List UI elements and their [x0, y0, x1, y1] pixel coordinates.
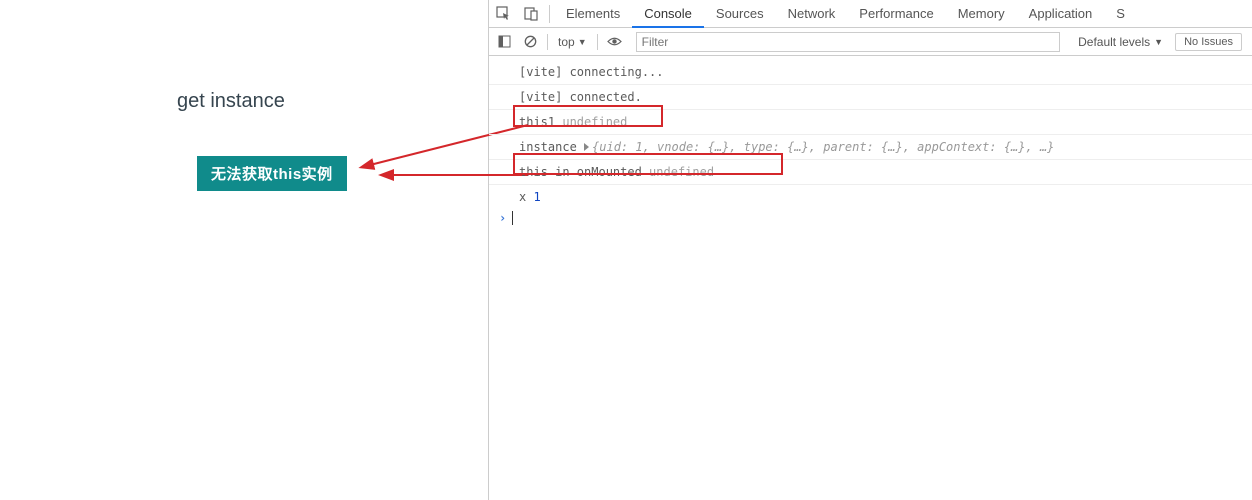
tab-performance[interactable]: Performance	[847, 0, 945, 28]
levels-selector[interactable]: Default levels ▼	[1070, 35, 1171, 49]
log-row[interactable]: [vite] connected.	[489, 85, 1252, 110]
inspect-element-icon[interactable]	[489, 0, 517, 28]
log-row[interactable]: this in onMounted undefined	[489, 160, 1252, 185]
log-row[interactable]: instance {uid: 1, vnode: {…}, type: {…},…	[489, 135, 1252, 160]
log-object[interactable]: {uid: 1, vnode: {…}, type: {…}, parent: …	[592, 140, 1054, 154]
log-number: 1	[533, 190, 540, 204]
device-toggle-icon[interactable]	[517, 0, 545, 28]
log-text: instance	[519, 140, 584, 154]
console-body: [vite] connecting... [vite] connected. t…	[489, 56, 1252, 500]
prompt-caret-icon: ›	[499, 211, 506, 225]
text-cursor	[512, 211, 513, 225]
eye-icon[interactable]	[604, 31, 626, 53]
devtools-panel: Elements Console Sources Network Perform…	[488, 0, 1252, 500]
log-undefined: undefined	[649, 165, 714, 179]
page-title: get instance	[177, 90, 285, 113]
tab-elements[interactable]: Elements	[554, 0, 632, 28]
tab-application[interactable]: Application	[1017, 0, 1105, 28]
divider	[549, 5, 550, 23]
context-label: top	[558, 35, 575, 49]
divider	[597, 34, 598, 50]
log-undefined: undefined	[562, 115, 627, 129]
log-text: x	[519, 190, 533, 204]
sidebar-toggle-icon[interactable]	[493, 31, 515, 53]
console-toolbar: top ▼ Default levels ▼ No Issues	[489, 28, 1252, 56]
tab-network[interactable]: Network	[776, 0, 848, 28]
annotation-badge: 无法获取this实例	[197, 156, 347, 191]
tabs-bar: Elements Console Sources Network Perform…	[489, 0, 1252, 28]
levels-label: Default levels	[1078, 35, 1150, 49]
log-text: this1	[519, 115, 562, 129]
divider	[547, 34, 548, 50]
chevron-down-icon: ▼	[1154, 37, 1163, 47]
clear-console-icon[interactable]	[519, 31, 541, 53]
context-selector[interactable]: top ▼	[554, 35, 591, 49]
chevron-down-icon: ▼	[578, 37, 587, 47]
console-prompt[interactable]: ›	[489, 209, 1252, 227]
log-row[interactable]: x 1	[489, 185, 1252, 209]
tab-more[interactable]: S	[1104, 0, 1137, 28]
tab-sources[interactable]: Sources	[704, 0, 776, 28]
tab-console[interactable]: Console	[632, 0, 704, 28]
tab-memory[interactable]: Memory	[946, 0, 1017, 28]
log-text: this in onMounted	[519, 165, 649, 179]
no-issues-button[interactable]: No Issues	[1175, 33, 1242, 51]
expand-caret-icon[interactable]	[584, 143, 589, 151]
filter-input[interactable]	[636, 32, 1061, 52]
log-row[interactable]: [vite] connecting...	[489, 60, 1252, 85]
log-row[interactable]: this1 undefined	[489, 110, 1252, 135]
